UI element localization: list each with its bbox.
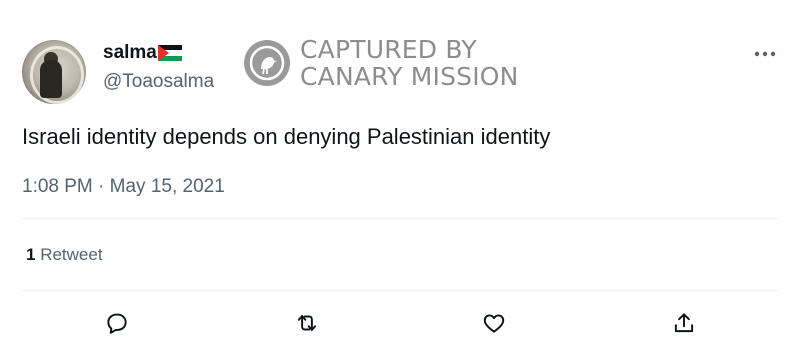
watermark-line-1: CAPTURED BY [300,35,477,64]
reply-bubble-icon [107,313,127,334]
timestamp[interactable]: 1:08 PM · May 15, 2021 [22,176,225,198]
retweet-button[interactable] [292,308,322,338]
divider [22,290,778,291]
share-upload-icon [674,313,694,333]
avatar-figure [40,60,62,98]
retweet-count: 1 [26,245,36,264]
divider [22,218,778,219]
share-button[interactable] [669,308,699,338]
retweet-stats[interactable]: 1 Retweet [26,245,103,265]
display-name[interactable]: salma [103,42,157,64]
tweet-text: Israeli identity depends on denying Pale… [22,124,551,149]
retweet-arrows-icon [297,314,317,332]
more-options-icon[interactable] [752,44,778,64]
watermark-text: CAPTURED BY CANARY MISSION [300,36,519,90]
canary-bird-icon [244,40,290,86]
heart-icon [483,314,505,333]
avatar[interactable] [22,40,86,104]
watermark-line-2: CANARY MISSION [300,62,519,91]
watermark: CAPTURED BY CANARY MISSION [244,36,519,90]
display-name-row[interactable]: salma [103,42,182,64]
palestine-flag-icon [157,44,182,62]
reply-button[interactable] [102,308,132,338]
retweet-label: Retweet [40,245,103,264]
user-handle[interactable]: @Toaosalma [103,71,214,93]
like-button[interactable] [479,308,509,338]
